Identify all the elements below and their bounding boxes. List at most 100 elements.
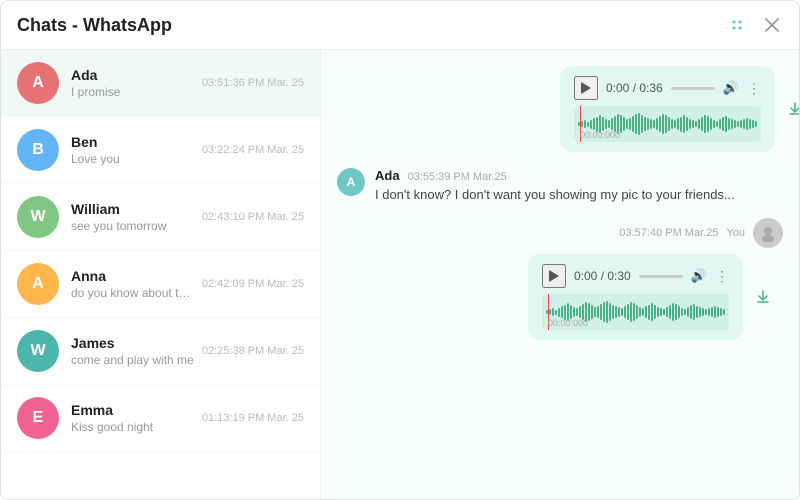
download-button-2[interactable] [755,289,771,305]
play-button-2[interactable] [542,264,566,288]
waveform-bar [683,115,685,133]
close-button[interactable] [761,14,783,36]
waveform-bar [591,305,593,319]
waveform-timestamp-1: 00:00:000 [580,130,620,140]
waveform-bar [665,115,667,133]
waveform-bar [731,119,733,129]
chat-name-william: William [71,201,194,217]
waveform-bar [623,117,625,131]
avatar-james: W [17,330,59,372]
app-title: Chats - WhatsApp [17,15,172,36]
waveform-bar [620,115,622,133]
waveform-bar [581,121,583,127]
chat-item-anna[interactable]: A Anna do you know about that 02:42:09 P… [1,251,320,318]
waveform-bar [647,118,649,130]
waveform-bar [701,117,703,131]
waveform-bar [740,120,742,128]
waveform-bar [576,308,578,316]
chat-info-emma: Emma Kiss good night [71,402,194,434]
waveform-bar [633,303,635,321]
chat-list: A Ada I promise 03:51:36 PM Mar. 25 B Be… [1,50,321,499]
waveform-bar [642,308,644,316]
more-icon-1[interactable]: ⋮ [747,80,761,97]
play-button-1[interactable] [574,76,598,100]
outgoing-section: 03:57:40 PM Mar.25 You [337,218,783,340]
avatar-william: W [17,196,59,238]
avatar-anna: A [17,263,59,305]
chat-time-ada: 03:51:36 PM Mar. 25 [202,77,304,89]
waveform-bar [689,119,691,129]
chat-item-william[interactable]: W William see you tomorrow 02:43:10 PM M… [1,184,320,251]
waveform-bar [720,308,722,316]
waveform-bar [705,309,707,315]
waveform-bar [594,307,596,317]
chat-item-ben[interactable]: B Ben Love you 03:22:24 PM Mar. 25 [1,117,320,184]
waveform-bar [632,116,634,132]
download-button-1[interactable] [787,101,799,117]
waveform-bar [693,304,695,320]
waveform-timestamp-2: 00:00:000 [548,318,588,328]
waveform-bar [752,120,754,128]
incoming-message-row: A Ada 03:55:39 PM Mar.25 I don't know? I… [337,168,783,202]
waveform-bar [588,303,590,321]
waveform-bar [704,115,706,133]
incoming-audio-bubble-1: 0:00 / 0:36 🔊 ⋮ 00:00:000 [560,66,775,152]
waveform-bar [725,116,727,132]
waveform-bar [734,120,736,128]
waveform-bar [653,120,655,128]
avatar-emma: E [17,397,59,439]
waveform-bar [716,121,718,127]
waveform-bar [684,309,686,315]
chat-info-ada: Ada I promise [71,67,194,99]
grid-icon-button[interactable] [725,13,749,37]
outgoing-you-label: You [726,227,745,239]
chat-item-james[interactable]: W James come and play with me 02:25:38 P… [1,318,320,385]
waveform-bar [609,303,611,321]
waveform-bar [650,119,652,129]
waveform-2: 00:00:000 [542,294,729,330]
message-text: I don't know? I don't want you showing m… [375,187,783,202]
waveform-bar [573,307,575,317]
waveform-bar [645,306,647,318]
chat-preview-james: come and play with me [71,353,194,367]
outgoing-audio-wrapper: 0:00 / 0:30 🔊 ⋮ 00:00:000 [337,254,783,340]
volume-icon-2[interactable]: 🔊 [691,268,707,284]
waveform-bar [612,305,614,319]
waveform-bar [723,309,725,315]
waveform-bar [579,306,581,318]
chat-item-ada[interactable]: A Ada I promise 03:51:36 PM Mar. 25 [1,50,320,117]
waveform-bar [603,302,605,322]
waveform-bar [743,119,745,129]
avatar-ben: B [17,129,59,171]
audio-time-1: 0:00 / 0:36 [606,81,663,95]
waveform-bar [698,119,700,129]
chat-name-james: James [71,335,194,351]
waveform-bar [590,120,592,129]
volume-icon-1[interactable]: 🔊 [723,80,739,96]
waveform-bar [584,120,586,128]
chat-preview-emma: Kiss good night [71,420,194,434]
waveform-bar [636,305,638,319]
waveform-bar [660,308,662,316]
chat-info-anna: Anna do you know about that [71,268,194,300]
audio-progress-2[interactable] [639,275,683,278]
waveform-bar [677,118,679,130]
waveform-bar [630,302,632,322]
waveform-bar [671,119,673,129]
audio-progress-1[interactable] [671,87,715,90]
waveform-bar [648,305,650,320]
waveform-bar [593,118,595,130]
waveform-bar [570,305,572,319]
waveform-bar [695,121,697,127]
chat-preview-anna: do you know about that [71,286,194,300]
waveform-bar [696,306,698,318]
waveform-bar [687,307,689,317]
message-header: Ada 03:55:39 PM Mar.25 [375,168,783,183]
waveform-bar [746,118,748,130]
waveform-bar [552,308,554,316]
incoming-audio-wrapper: 0:00 / 0:36 🔊 ⋮ 00:00:000 [337,66,783,152]
waveform-bar [755,121,757,127]
chat-item-emma[interactable]: E Emma Kiss good night 01:13:19 PM Mar. … [1,385,320,452]
waveform-bar [639,307,641,317]
more-icon-2[interactable]: ⋮ [715,268,729,285]
